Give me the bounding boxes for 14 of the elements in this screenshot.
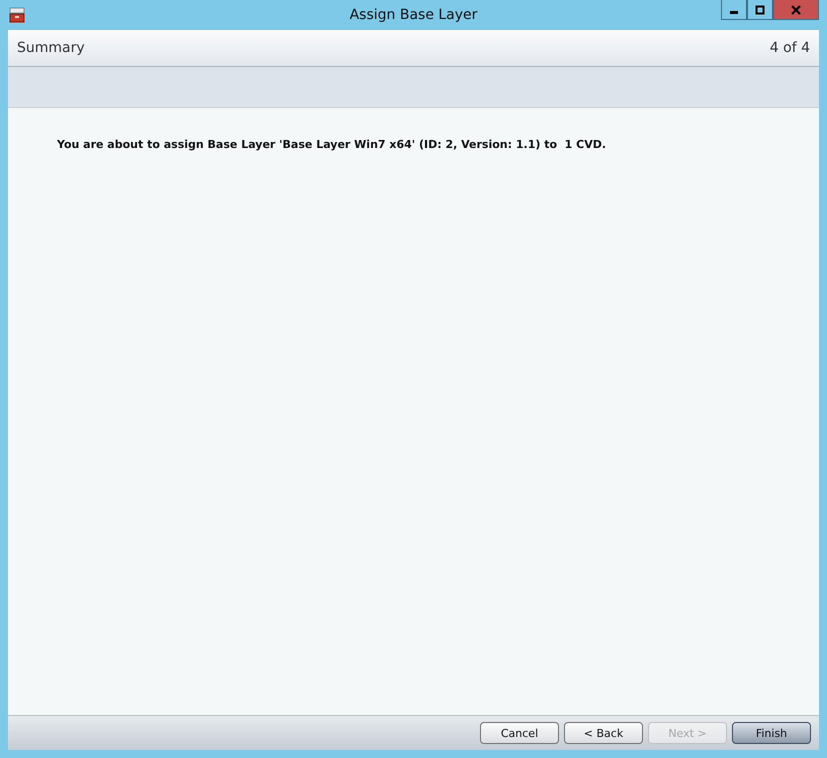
maximize-button[interactable] (747, 0, 773, 20)
wizard-button[interactable]: < Back (564, 722, 643, 744)
toolbox-icon (9, 7, 25, 23)
minimize-button[interactable] (721, 0, 747, 20)
minimize-icon (730, 11, 738, 14)
wizard-button[interactable]: Finish (732, 722, 811, 744)
close-button[interactable] (773, 0, 819, 20)
close-icon (791, 4, 801, 14)
wizard-button[interactable]: Cancel (480, 722, 559, 744)
maximize-icon (755, 4, 765, 14)
summary-message: You are about to assign Base Layer 'Base Layer Win7 x64' (ID: 2, Version: 1.1) to 1 CVD. (57, 138, 608, 151)
page-title: Summary (17, 40, 85, 56)
step-counter: 4 of 4 (770, 40, 810, 56)
window-title: Assign Base Layer (350, 7, 478, 23)
